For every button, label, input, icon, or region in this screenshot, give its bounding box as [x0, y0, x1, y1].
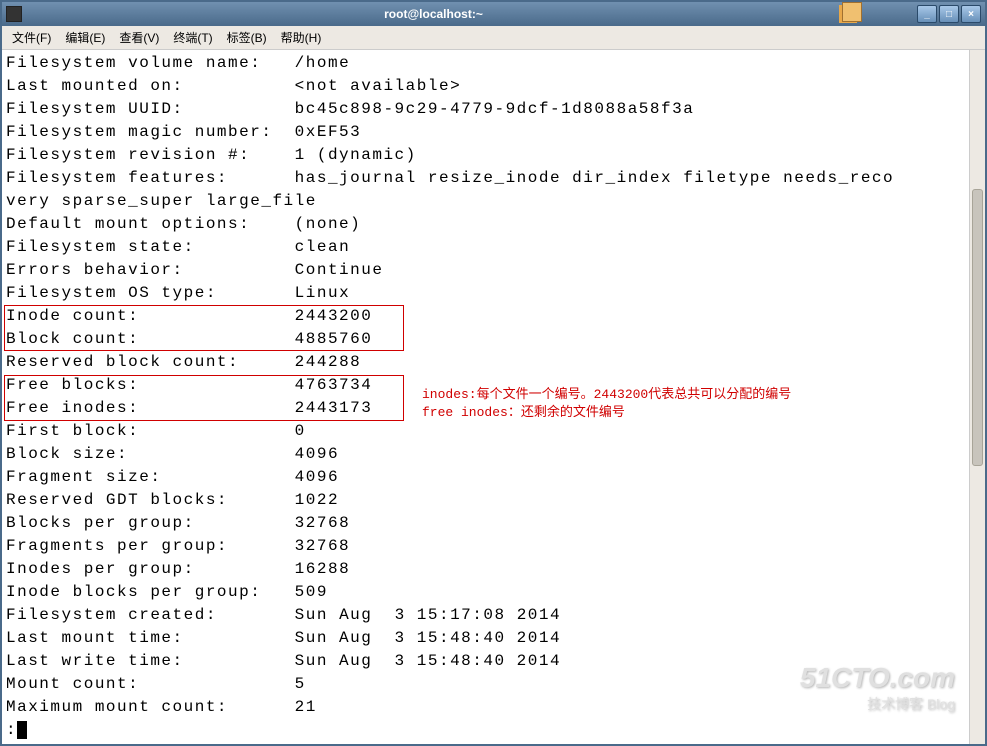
- fs-fragments-per-group: 32768: [295, 537, 351, 555]
- fs-magic-label: Filesystem magic number:: [6, 123, 272, 141]
- fs-last-mount-time: Sun Aug 3 15:48:40 2014: [295, 629, 561, 647]
- menubar: 文件(F) 编辑(E) 查看(V) 终端(T) 标签(B) 帮助(H): [2, 26, 985, 50]
- fs-block-count-label: Block count:: [6, 330, 139, 348]
- fs-fragment-size: 4096: [295, 468, 339, 486]
- fs-last-write-time-label: Last write time:: [6, 652, 184, 670]
- annotation-line1: inodes:每个文件一个编号。2443200代表总共可以分配的编号: [422, 387, 791, 402]
- fs-features: has_journal resize_inode dir_index filet…: [295, 169, 894, 187]
- scrollbar-thumb[interactable]: [972, 189, 983, 467]
- fs-errors-label: Errors behavior:: [6, 261, 184, 279]
- fs-state-label: Filesystem state:: [6, 238, 195, 256]
- menu-tabs[interactable]: 标签(B): [221, 27, 273, 48]
- fs-created: Sun Aug 3 15:17:08 2014: [295, 606, 561, 624]
- fs-max-mount-count: 21: [295, 698, 317, 716]
- fs-inode-count-label: Inode count:: [6, 307, 139, 325]
- fs-free-blocks: 4763734: [295, 376, 373, 394]
- fs-free-blocks-label: Free blocks:: [6, 376, 139, 394]
- annotation-line2: free inodes：还剩余的文件编号: [422, 405, 625, 420]
- menu-view[interactable]: 查看(V): [113, 27, 165, 48]
- fs-features-label: Filesystem features:: [6, 169, 228, 187]
- fs-features-cont: very sparse_super large_file: [6, 192, 317, 210]
- minimize-button[interactable]: _: [917, 5, 937, 23]
- menu-edit[interactable]: 编辑(E): [59, 27, 111, 48]
- fs-mount-opts-label: Default mount options:: [6, 215, 250, 233]
- fs-blocks-per-group: 32768: [295, 514, 351, 532]
- fs-errors: Continue: [295, 261, 384, 279]
- fs-reserved-blocks-label: Reserved block count:: [6, 353, 239, 371]
- pages-icon: [839, 5, 857, 23]
- prompt: :: [6, 721, 17, 739]
- fs-inode-count: 2443200: [295, 307, 373, 325]
- fs-inode-blocks-per-group: 509: [295, 583, 328, 601]
- fs-last-write-time: Sun Aug 3 15:48:40 2014: [295, 652, 561, 670]
- menu-file[interactable]: 文件(F): [6, 27, 57, 48]
- cursor-icon: [17, 721, 27, 739]
- fs-reserved-gdt-label: Reserved GDT blocks:: [6, 491, 228, 509]
- fs-blocks-per-group-label: Blocks per group:: [6, 514, 195, 532]
- fs-block-size: 4096: [295, 445, 339, 463]
- fs-last-mount-time-label: Last mount time:: [6, 629, 184, 647]
- fs-revision-label: Filesystem revision #:: [6, 146, 250, 164]
- titlebar: root@localhost:~ _ □ ×: [2, 2, 985, 26]
- fs-inode-blocks-per-group-label: Inode blocks per group:: [6, 583, 261, 601]
- fs-fragments-per-group-label: Fragments per group:: [6, 537, 228, 555]
- fs-magic: 0xEF53: [295, 123, 362, 141]
- scrollbar[interactable]: [969, 50, 985, 744]
- close-button[interactable]: ×: [961, 5, 981, 23]
- fs-inodes-per-group-label: Inodes per group:: [6, 560, 195, 578]
- fs-volume-name: /home: [295, 54, 351, 72]
- fs-last-mounted-label: Last mounted on:: [6, 77, 184, 95]
- fs-first-block: 0: [295, 422, 306, 440]
- fs-volume-name-label: Filesystem volume name:: [6, 54, 261, 72]
- fs-os-type: Linux: [295, 284, 351, 302]
- fs-state: clean: [295, 238, 351, 256]
- maximize-button[interactable]: □: [939, 5, 959, 23]
- fs-first-block-label: First block:: [6, 422, 139, 440]
- fs-block-count: 4885760: [295, 330, 373, 348]
- fs-mount-count-label: Mount count:: [6, 675, 139, 693]
- fs-reserved-gdt: 1022: [295, 491, 339, 509]
- window-title: root@localhost:~: [28, 7, 839, 21]
- fs-os-type-label: Filesystem OS type:: [6, 284, 217, 302]
- fs-uuid: bc45c898-9c29-4779-9dcf-1d8088a58f3a: [295, 100, 695, 118]
- fs-max-mount-count-label: Maximum mount count:: [6, 698, 228, 716]
- terminal-window: root@localhost:~ _ □ × 文件(F) 编辑(E) 查看(V)…: [0, 0, 987, 746]
- fs-mount-count: 5: [295, 675, 306, 693]
- terminal-area[interactable]: Filesystem volume name: /home Last mount…: [2, 50, 985, 744]
- fs-free-inodes: 2443173: [295, 399, 373, 417]
- window-controls: _ □ ×: [917, 5, 981, 23]
- annotation-text: inodes:每个文件一个编号。2443200代表总共可以分配的编号 free …: [422, 386, 791, 422]
- fs-uuid-label: Filesystem UUID:: [6, 100, 184, 118]
- terminal-app-icon: [6, 6, 22, 22]
- fs-inodes-per-group: 16288: [295, 560, 351, 578]
- fs-mount-opts: (none): [295, 215, 362, 233]
- fs-reserved-blocks: 244288: [295, 353, 362, 371]
- menu-help[interactable]: 帮助(H): [275, 27, 328, 48]
- fs-block-size-label: Block size:: [6, 445, 128, 463]
- fs-revision: 1 (dynamic): [295, 146, 417, 164]
- fs-fragment-size-label: Fragment size:: [6, 468, 161, 486]
- menu-terminal[interactable]: 终端(T): [167, 27, 218, 48]
- fs-created-label: Filesystem created:: [6, 606, 217, 624]
- fs-free-inodes-label: Free inodes:: [6, 399, 139, 417]
- fs-last-mounted: <not available>: [295, 77, 462, 95]
